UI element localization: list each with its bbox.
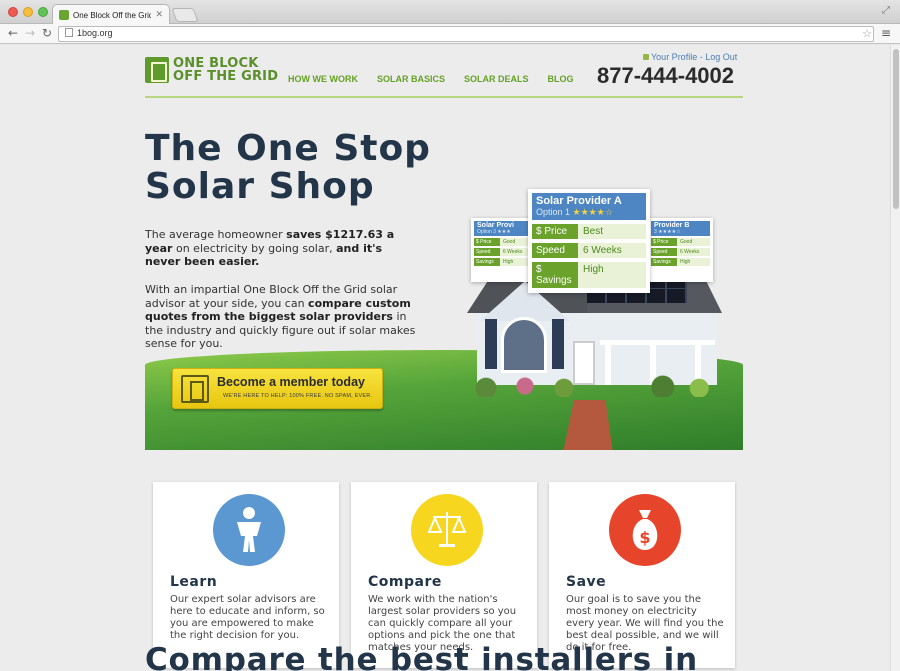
feature-title: Compare xyxy=(368,574,442,590)
tab-title: One Block Off the Grid xyxy=(73,10,152,20)
header-divider xyxy=(145,96,743,98)
cta-subtitle: WE'RE HERE TO HELP: 100% FREE. NO SPAM, … xyxy=(223,393,373,399)
nav-solar-basics[interactable]: SOLAR BASICS xyxy=(377,74,445,84)
provider-name: Solar Provider A xyxy=(536,195,622,207)
hero-paragraph-2: With an impartial One Block Off the Grid… xyxy=(145,283,416,351)
provider-card-left: Solar Provi Option 3 ★★★ $ Price Good Spee… xyxy=(471,218,536,282)
provider-card-main: Solar Provider A Option 1 ★★★★☆ $ Price B… xyxy=(528,189,650,293)
browser-tab-bar: One Block Off the Grid ✕ ⤢ xyxy=(0,0,900,25)
person-icon xyxy=(213,494,285,566)
browser-tab[interactable]: One Block Off the Grid ✕ xyxy=(52,4,170,25)
zoom-window-button[interactable] xyxy=(38,7,48,17)
scales-icon xyxy=(411,494,483,566)
reload-icon[interactable]: ↻ xyxy=(42,26,52,40)
forward-icon[interactable]: → xyxy=(25,26,35,40)
provider-card-right: Provider B3 ★★★★☆ $ Price Good Speed 6 Wee… xyxy=(648,218,713,282)
logo-mark-icon xyxy=(145,57,169,83)
cta-title: Become a member today xyxy=(217,375,365,389)
address-bar[interactable]: 1bog.org xyxy=(58,26,874,42)
account-links: Your Profile - Log Out xyxy=(643,52,737,62)
lock-icon xyxy=(643,54,649,60)
browser-toolbar: ← → ↻ 1bog.org ☆ ≡ xyxy=(0,24,900,44)
nav-blog[interactable]: BLOG xyxy=(548,74,574,84)
account-link[interactable]: Your Profile - Log Out xyxy=(651,52,737,62)
nav-solar-deals[interactable]: SOLAR DEALS xyxy=(464,74,529,84)
favicon-icon xyxy=(59,10,69,20)
nav-how-we-work[interactable]: HOW WE WORK xyxy=(288,74,358,84)
new-tab-button[interactable] xyxy=(171,8,199,22)
page-viewport: ONE BLOCK OFF THE GRID HOW WE WORK SOLAR… xyxy=(0,45,890,671)
close-window-button[interactable] xyxy=(8,7,18,17)
scrollbar-thumb[interactable] xyxy=(893,49,899,209)
member-icon xyxy=(181,375,209,403)
feature-title: Save xyxy=(566,574,607,590)
close-tab-icon[interactable]: ✕ xyxy=(155,10,163,20)
feature-card-compare: Compare We work with the nation's larges… xyxy=(351,482,537,668)
hero-title: The One Stop Solar Shop xyxy=(145,128,431,207)
page-scrollbar[interactable] xyxy=(890,45,900,671)
phone-number: 877-444-4002 xyxy=(597,63,735,88)
feature-card-learn: Learn Our expert solar advisors are here… xyxy=(153,482,339,668)
menu-icon[interactable]: ≡ xyxy=(881,26,891,40)
become-member-button[interactable]: Become a member today WE'RE HERE TO HELP… xyxy=(172,368,383,409)
minimize-window-button[interactable] xyxy=(23,7,33,17)
site-logo[interactable]: ONE BLOCK OFF THE GRID xyxy=(145,55,278,85)
page-icon xyxy=(65,28,73,37)
logo-line-2: OFF THE GRID xyxy=(173,69,279,84)
money-bag-icon: $ xyxy=(609,494,681,566)
feature-title: Learn xyxy=(170,574,218,590)
main-nav: HOW WE WORK SOLAR BASICS SOLAR DEALS BLO… xyxy=(288,74,574,84)
section-title: Compare the best installers in xyxy=(145,642,698,671)
hero-paragraph-1: The average homeowner saves $1217.63 a y… xyxy=(145,228,395,269)
rating-stars: ★★★★☆ xyxy=(572,207,613,217)
url-text: 1bog.org xyxy=(77,28,113,38)
back-icon[interactable]: ← xyxy=(8,26,18,40)
feature-text: Our expert solar advisors are here to ed… xyxy=(170,594,325,641)
bookmark-star-icon[interactable]: ☆ xyxy=(862,27,872,40)
fullscreen-icon[interactable]: ⤢ xyxy=(882,5,890,16)
svg-text:$: $ xyxy=(639,528,650,547)
feature-card-save: $ Save Our goal is to save you the most … xyxy=(549,482,735,668)
